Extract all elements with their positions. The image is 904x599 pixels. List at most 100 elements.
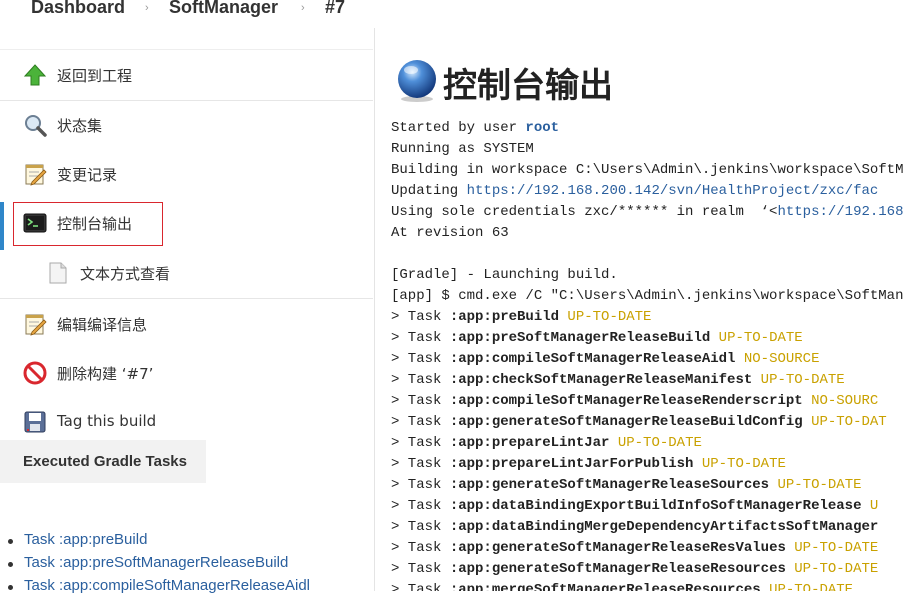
console-line: > Task :app:preSoftManagerReleaseBuild U…: [391, 328, 803, 349]
console-line: > Task :app:checkSoftManagerReleaseManif…: [391, 370, 845, 391]
console-text: [app] $ cmd.exe /C "C:\Users\Admin\.jenk…: [391, 288, 904, 304]
console-status: UP-TO-DATE: [760, 582, 854, 591]
console-line: > Task :app:generateSoftManagerReleaseBu…: [391, 412, 887, 433]
console-line: Building in workspace C:\Users\Admin\.je…: [391, 160, 904, 181]
console-text: :app:prepareLintJarForPublish: [449, 456, 694, 472]
console-status: UP-TO-DAT: [802, 414, 887, 430]
console-line: > Task :app:preBuild UP-TO-DATE: [391, 307, 651, 328]
console-text: > Task: [391, 456, 450, 472]
task-back-to-project[interactable]: 返回到工程: [0, 50, 373, 101]
console-text: :app:preBuild: [449, 309, 560, 325]
console-line: > Task :app:dataBindingExportBuildInfoSo…: [391, 496, 878, 517]
console-line: Started by user root: [391, 118, 559, 139]
console-line: > Task :app:dataBindingMergeDependencyAr…: [391, 517, 878, 538]
console-text: At revision 63: [391, 225, 509, 241]
console-text: :app:generateSoftManagerReleaseResValues: [449, 540, 786, 556]
console-text: > Task: [391, 477, 450, 493]
task-delete-build[interactable]: 删除构建 ‘#7’: [0, 348, 373, 398]
console-line: Updating https://192.168.200.142/svn/Hea…: [391, 181, 878, 202]
notepad-edit-icon: [25, 314, 47, 336]
breadcrumb: Dashboard › SoftManager › #7: [0, 0, 904, 26]
console-text: > Task: [391, 540, 450, 556]
document-icon: [49, 262, 67, 284]
console-status: UP-TO-DATE: [693, 456, 786, 472]
breadcrumb-separator[interactable]: ›: [145, 2, 149, 14]
console-text: > Task: [391, 561, 450, 577]
save-icon: [24, 411, 46, 433]
console-link[interactable]: https://192.168.: [777, 204, 904, 220]
console-status: UP-TO-DATE: [785, 540, 879, 556]
breadcrumb-dashboard[interactable]: Dashboard: [31, 0, 125, 18]
console-status: UP-TO-DATE: [769, 477, 862, 493]
console-line: > Task :app:prepareLintJar UP-TO-DATE: [391, 433, 702, 454]
console-text: > Task: [391, 519, 450, 535]
bullet: [8, 539, 13, 544]
breadcrumb-separator[interactable]: ›: [301, 2, 305, 14]
console-text: Building in workspace C:\Users\Admin\.je…: [391, 162, 904, 178]
console-line: > Task :app:generateSoftManagerReleaseRe…: [391, 538, 878, 559]
console-text: > Task: [391, 309, 450, 325]
task-label: Tag this build: [57, 412, 157, 430]
task-status[interactable]: 状态集: [0, 100, 373, 150]
console-text: :app:generateSoftManagerReleaseBuildConf…: [449, 414, 803, 430]
breadcrumb-build-number[interactable]: #7: [325, 0, 345, 18]
console-text: :app:dataBindingExportBuildInfoSoftManag…: [449, 498, 862, 514]
task-changes[interactable]: 变更记录: [0, 149, 373, 199]
task-edit-build-info[interactable]: 编辑编译信息: [0, 299, 373, 349]
console-text: Running as SYSTEM: [391, 141, 534, 157]
gradle-tasks-header: Executed Gradle Tasks: [0, 440, 206, 483]
gradle-tasks-title: Executed Gradle Tasks: [23, 453, 187, 470]
console-text: Started by user: [391, 120, 526, 136]
notepad-icon: [25, 164, 47, 186]
console-text: :app:mergeSoftManagerReleaseResources: [449, 582, 761, 591]
console-text: > Task: [391, 393, 450, 409]
task-label: 状态集: [57, 117, 103, 135]
console-line: Using sole credentials zxc/****** in rea…: [391, 202, 904, 223]
task-label: 返回到工程: [57, 67, 133, 85]
console-text: :app:preSoftManagerReleaseBuild: [449, 330, 711, 346]
gradle-task-text: Task :app:preSoftManagerReleaseBuild: [24, 554, 289, 571]
gradle-task-text: Task :app:compileSoftManagerReleaseAidl: [24, 577, 310, 594]
bullet: [8, 562, 13, 567]
gradle-task-text: Task :app:preBuild: [24, 531, 148, 548]
console-line: > Task :app:generateSoftManagerReleaseRe…: [391, 559, 878, 580]
console-line: At revision 63: [391, 223, 509, 244]
console-line: [Gradle] - Launching build.: [391, 265, 618, 286]
console-line: [app] $ cmd.exe /C "C:\Users\Admin\.jenk…: [391, 286, 904, 307]
console-text: :app:dataBindingMergeDependencyArtifacts…: [449, 519, 879, 535]
console-text: Updating: [391, 183, 467, 199]
console-text: :app:generateSoftManagerReleaseSources: [449, 477, 770, 493]
console-text: > Task: [391, 351, 450, 367]
console-line: > Task :app:compileSoftManagerReleaseAid…: [391, 349, 819, 370]
console-globe-icon: [398, 60, 436, 102]
console-line: > Task :app:generateSoftManagerReleaseSo…: [391, 475, 862, 496]
console-text: > Task: [391, 498, 450, 514]
console-status: UP-TO-DATE: [785, 561, 879, 577]
console-text: :app:checkSoftManagerReleaseManifest: [449, 372, 753, 388]
up-arrow-icon: [23, 64, 47, 86]
console-text: :app:compileSoftManagerReleaseAidl: [449, 351, 736, 367]
console-text: > Task: [391, 435, 450, 451]
console-status: UP-TO-DATE: [559, 309, 652, 325]
task-label: 编辑编译信息: [57, 316, 148, 334]
side-panel: 返回到工程 状态集 变更记录 控制台输出 文本方式查看 编辑编译信息 删除构建 …: [0, 28, 375, 591]
bullet: [8, 585, 13, 590]
console-status: NO-SOURC: [802, 393, 879, 409]
breadcrumb-softmanager[interactable]: SoftManager: [169, 0, 278, 18]
main-panel: 控制台输出 Started by user root Running as SYS…: [375, 28, 904, 591]
console-text: > Task: [391, 414, 450, 430]
task-label: 删除构建 ‘#7’: [57, 365, 154, 383]
annotation-highlight-box: [13, 202, 163, 246]
console-text: :app:prepareLintJar: [449, 435, 610, 451]
task-label: 变更记录: [57, 166, 118, 184]
console-link[interactable]: https://192.168.200.142/svn/HealthProjec…: [467, 183, 879, 199]
no-entry-icon: [23, 361, 47, 385]
console-status: UP-TO-DATE: [609, 435, 702, 451]
task-view-as-plain-text[interactable]: 文本方式查看: [0, 248, 373, 299]
console-line: > Task :app:mergeSoftManagerReleaseResou…: [391, 580, 853, 591]
console-status: UP-TO-DATE: [710, 330, 803, 346]
console-text: :app:compileSoftManagerReleaseRenderscri…: [449, 393, 803, 409]
console-status: U: [861, 498, 879, 514]
page-title: 控制台输出: [443, 66, 613, 106]
console-link[interactable]: root: [525, 120, 559, 136]
